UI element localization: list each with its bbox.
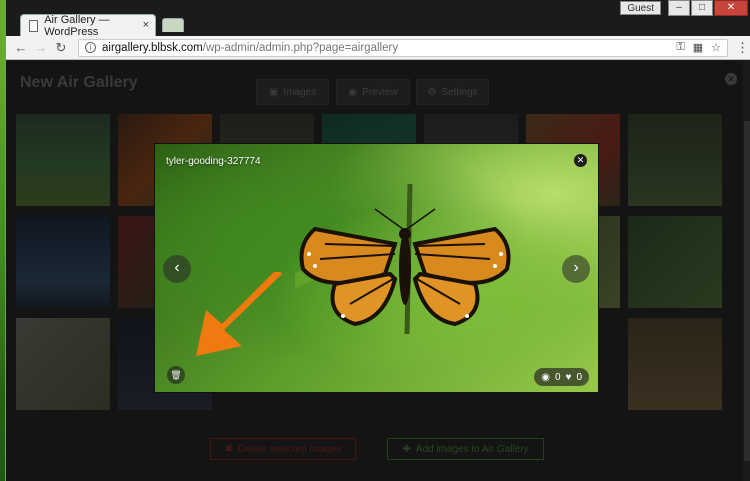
url-host: airgallery.blbsk.com: [102, 41, 203, 54]
window-close-button[interactable]: ✕: [714, 0, 748, 16]
tab-preview-label: Preview: [362, 86, 398, 98]
add-images-label: Add images to Air Gallery: [415, 443, 529, 455]
new-tab-button[interactable]: [162, 18, 184, 32]
plus-icon: ✚: [402, 443, 411, 455]
key-icon[interactable]: ⚿: [676, 41, 684, 54]
translate-icon[interactable]: ▦: [693, 41, 703, 54]
gear-icon: ⚙: [427, 86, 437, 98]
eye-icon: ◉: [541, 371, 550, 383]
window-controls: Guest – □ ✕: [620, 0, 748, 18]
back-arrow-icon[interactable]: ←: [12, 39, 30, 57]
scrollbar[interactable]: [743, 61, 750, 481]
views-count: 0: [554, 371, 561, 383]
maximize-button[interactable]: □: [691, 0, 713, 16]
minimize-button[interactable]: –: [668, 0, 690, 16]
tab-settings-label: Settings: [441, 86, 478, 98]
page-close-icon[interactable]: ✕: [725, 73, 737, 85]
url-path: /wp-admin/admin.php?page=airgallery: [202, 41, 399, 54]
gallery-thumbnail[interactable]: [628, 318, 722, 410]
reload-icon[interactable]: ↻: [52, 39, 70, 57]
forward-arrow-icon[interactable]: →: [32, 39, 50, 57]
close-icon: ✖: [224, 443, 233, 455]
add-images-button[interactable]: ✚ Add images to Air Gallery: [387, 438, 544, 460]
page-favicon-icon: [29, 19, 39, 32]
browser-window: Air Gallery — WordPress × Guest – □ ✕ ← …: [5, 0, 750, 481]
heart-icon: ♥: [565, 371, 572, 383]
lightbox-next-button[interactable]: ›: [562, 255, 590, 283]
tab-settings[interactable]: ⚙ Settings: [416, 79, 489, 105]
delete-selected-button[interactable]: ✖ Delete selected images: [210, 438, 356, 460]
tab-images-label: Images: [283, 86, 317, 98]
lightbox-stats: ◉ 0 ♥ 0: [534, 368, 589, 386]
tab-strip: Air Gallery — WordPress × Guest – □ ✕: [6, 0, 750, 38]
lightbox-image-title: tyler-gooding-327774: [166, 156, 261, 167]
tab-images[interactable]: ▣ Images: [256, 79, 329, 105]
scrollbar-thumb[interactable]: [744, 121, 750, 461]
guest-profile-badge[interactable]: Guest: [620, 1, 661, 15]
butterfly-photo: [295, 184, 511, 334]
address-bar[interactable]: i airgallery.blbsk.com /wp-admin/admin.p…: [78, 38, 728, 57]
page-title: New Air Gallery: [20, 74, 138, 91]
tab-preview[interactable]: ◉ Preview: [336, 79, 410, 105]
eye-icon: ◉: [348, 86, 358, 98]
lightbox-prev-button[interactable]: ‹: [163, 255, 191, 283]
gallery-thumbnail[interactable]: [16, 216, 110, 308]
browser-toolbar: ← → ↻ i airgallery.blbsk.com /wp-admin/a…: [6, 36, 750, 60]
delete-selected-label: Delete selected images: [237, 443, 342, 455]
gallery-thumbnail[interactable]: [16, 114, 110, 206]
likes-count: 0: [576, 371, 582, 383]
lightbox-close-icon[interactable]: ✕: [574, 154, 587, 167]
gallery-thumbnail[interactable]: [16, 318, 110, 410]
browser-tab-active[interactable]: Air Gallery — WordPress ×: [20, 13, 156, 38]
tab-title: Air Gallery — WordPress: [44, 13, 110, 38]
image-icon: ▣: [268, 86, 279, 98]
trash-icon[interactable]: 🗑: [167, 366, 185, 384]
annotation-arrow-icon: [196, 272, 282, 356]
gallery-thumbnail[interactable]: [628, 114, 722, 206]
gallery-thumbnail[interactable]: [628, 216, 722, 308]
bookmark-star-icon[interactable]: ☆: [711, 41, 721, 54]
site-info-icon[interactable]: i: [85, 42, 96, 53]
tab-close-icon[interactable]: ×: [143, 19, 149, 31]
browser-menu-icon[interactable]: ⋮: [736, 40, 749, 56]
